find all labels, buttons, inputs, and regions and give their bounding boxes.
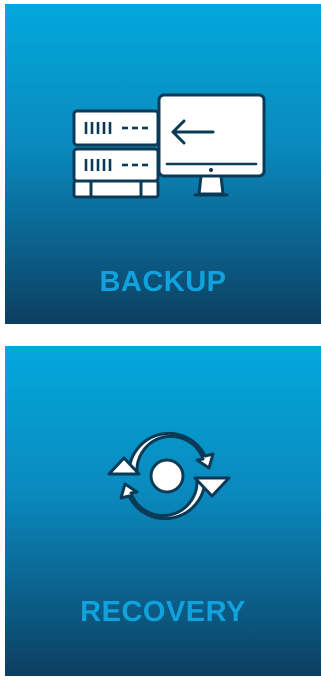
recovery-label: RECOVERY bbox=[80, 596, 246, 628]
server-to-monitor-backup-icon bbox=[72, 93, 266, 199]
recovery-tile[interactable]: RECOVERY bbox=[5, 346, 321, 676]
backup-tile[interactable]: BACKUP bbox=[5, 4, 321, 324]
circular-arrows-recovery-icon bbox=[107, 431, 231, 521]
backup-label: BACKUP bbox=[99, 266, 227, 298]
